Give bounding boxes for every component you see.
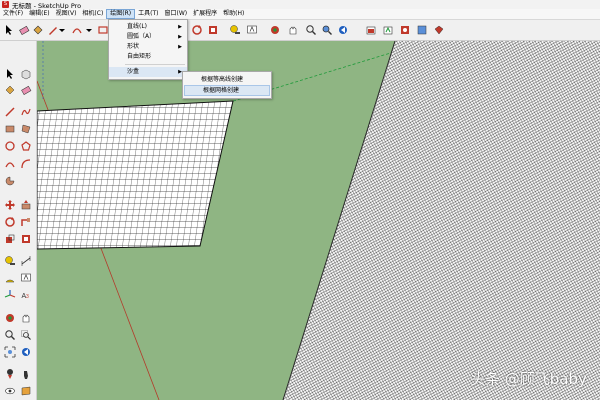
axes-icon[interactable] xyxy=(3,288,16,301)
scale-icon[interactable] xyxy=(3,232,16,245)
grid-surface-large[interactable] xyxy=(283,41,600,400)
watermark-text: 头条 @顾飞baby xyxy=(470,370,587,388)
menu-item-1[interactable]: 编辑(E) xyxy=(26,9,52,19)
sandbox-submenu-item-1[interactable]: 根据网格创建 xyxy=(184,85,270,96)
menu-item-4[interactable]: 绘图(R) xyxy=(106,9,136,19)
freehand-icon[interactable] xyxy=(19,105,32,118)
walk-icon[interactable] xyxy=(19,367,32,380)
draw-menu-item-2[interactable]: 形状 ▶ xyxy=(109,42,187,52)
draw-menu-item-4[interactable]: 沙盒 ▶ xyxy=(109,67,187,77)
offset-icon[interactable] xyxy=(206,23,219,36)
make-component-icon[interactable] xyxy=(19,67,32,80)
previous-view-icon[interactable] xyxy=(19,345,32,358)
rotate-icon[interactable] xyxy=(3,215,16,228)
follow-me-icon[interactable] xyxy=(19,215,32,228)
offset-icon[interactable] xyxy=(19,232,32,245)
pan-icon[interactable] xyxy=(286,23,299,36)
draw-menu-item-0[interactable]: 直线(L) ▶ xyxy=(109,22,187,32)
zoom-icon[interactable] xyxy=(304,23,317,36)
text-icon[interactable] xyxy=(245,23,258,36)
zoom-extents-icon[interactable] xyxy=(320,23,333,36)
model-viewport[interactable] xyxy=(37,41,600,400)
rectangle-icon[interactable] xyxy=(3,122,16,135)
draw-menu-item-1[interactable]: 圆弧（A） ▶ xyxy=(109,32,187,42)
sketchup-app-icon: S xyxy=(2,1,9,8)
3d-warehouse-icon[interactable] xyxy=(364,23,377,36)
look-around-icon[interactable] xyxy=(3,384,16,397)
rotate-icon[interactable] xyxy=(190,23,203,36)
menu-item-6[interactable]: 窗口(W) xyxy=(162,9,191,19)
chevron-down-icon[interactable] xyxy=(85,23,93,36)
grid-surface-small[interactable] xyxy=(37,100,234,250)
tape-measure-icon[interactable] xyxy=(3,254,16,267)
draw-menu-item-label: 自由矩形 xyxy=(127,53,152,60)
select-icon[interactable] xyxy=(3,67,16,80)
menu-item-5[interactable]: 工具(T) xyxy=(135,9,161,19)
chevron-down-icon[interactable] xyxy=(58,23,66,36)
submenu-arrow-icon: ▶ xyxy=(178,44,182,50)
draw-menu-item-label: 直线(L) xyxy=(127,23,148,30)
polygon-icon[interactable] xyxy=(19,139,32,152)
svg-text:3: 3 xyxy=(26,294,29,300)
paint-bucket-icon[interactable] xyxy=(3,83,16,96)
previous-view-icon[interactable] xyxy=(336,23,349,36)
ruby-console-icon[interactable] xyxy=(432,23,445,36)
3d-text-icon[interactable]: A3 xyxy=(19,288,32,301)
line-icon[interactable] xyxy=(3,105,16,118)
viewport-canvas xyxy=(37,41,600,400)
select-icon[interactable] xyxy=(2,23,15,36)
menu-separator xyxy=(125,64,185,65)
menu-item-3[interactable]: 相机(C) xyxy=(79,9,106,19)
draw-menu-item-3[interactable]: 自由矩形 xyxy=(109,52,187,62)
zoom-icon[interactable] xyxy=(3,328,16,341)
eraser-icon[interactable] xyxy=(19,83,32,96)
rotated-rectangle-icon[interactable] xyxy=(19,122,32,135)
pan-icon[interactable] xyxy=(19,311,32,324)
title-bar: S 无标题 - SketchUp Pro xyxy=(0,0,600,10)
menu-bar: 文件(F) 编辑(E) 视图(V) 相机(C) 绘图(R) 工具(T) 窗口(W) 扩展程序帮… xyxy=(0,9,600,20)
dimension-icon[interactable] xyxy=(19,254,32,267)
arc-icon[interactable] xyxy=(3,157,16,170)
two-point-arc-icon[interactable] xyxy=(19,157,32,170)
share-model-icon[interactable] xyxy=(381,23,394,36)
menu-item-8[interactable]: 帮助(H) xyxy=(220,9,247,19)
submenu-arrow-icon: ▶ xyxy=(178,34,182,40)
menu-item-0[interactable]: 文件(F) xyxy=(0,9,26,19)
push-pull-icon[interactable] xyxy=(19,198,32,211)
arc-icon[interactable] xyxy=(70,23,83,36)
position-camera-icon[interactable] xyxy=(3,367,16,380)
orbit-icon[interactable] xyxy=(3,311,16,324)
draw-menu-item-label: 形状 xyxy=(127,43,140,50)
tape-measure-icon[interactable] xyxy=(228,23,241,36)
eraser-icon[interactable] xyxy=(17,23,30,36)
draw-menu-item-label: 沙盒 xyxy=(127,68,140,75)
menu-item-7[interactable]: 扩展程序 xyxy=(190,9,220,19)
menu-item-2[interactable]: 视图(V) xyxy=(53,9,80,19)
orbit-icon[interactable] xyxy=(268,23,281,36)
main-toolbar xyxy=(0,20,600,41)
circle-icon[interactable] xyxy=(3,139,16,152)
sandbox-submenu-item-0[interactable]: 根据等高线创建 xyxy=(183,74,271,85)
paint-bucket-icon[interactable] xyxy=(31,23,44,36)
extension-warehouse-icon[interactable] xyxy=(398,23,411,36)
text-icon[interactable] xyxy=(19,271,32,284)
zoom-extents-icon[interactable] xyxy=(3,345,16,358)
protractor-icon[interactable] xyxy=(3,271,16,284)
draw-menu-dropdown: 直线(L) ▶ 圆弧（A） ▶ 形状 ▶ 自由矩形 沙盒 ▶ xyxy=(108,19,188,80)
left-toolbar: A3 xyxy=(0,41,37,400)
pie-icon[interactable] xyxy=(3,174,16,187)
section-plane-icon[interactable] xyxy=(19,384,32,397)
submenu-arrow-icon: ▶ xyxy=(178,24,182,30)
zoom-window-icon[interactable] xyxy=(19,328,32,341)
move-icon[interactable] xyxy=(3,198,16,211)
layout-icon[interactable] xyxy=(415,23,428,36)
sandbox-submenu: 根据等高线创建 根据网格创建 xyxy=(182,71,272,99)
draw-menu-item-label: 圆弧（A） xyxy=(127,33,156,40)
